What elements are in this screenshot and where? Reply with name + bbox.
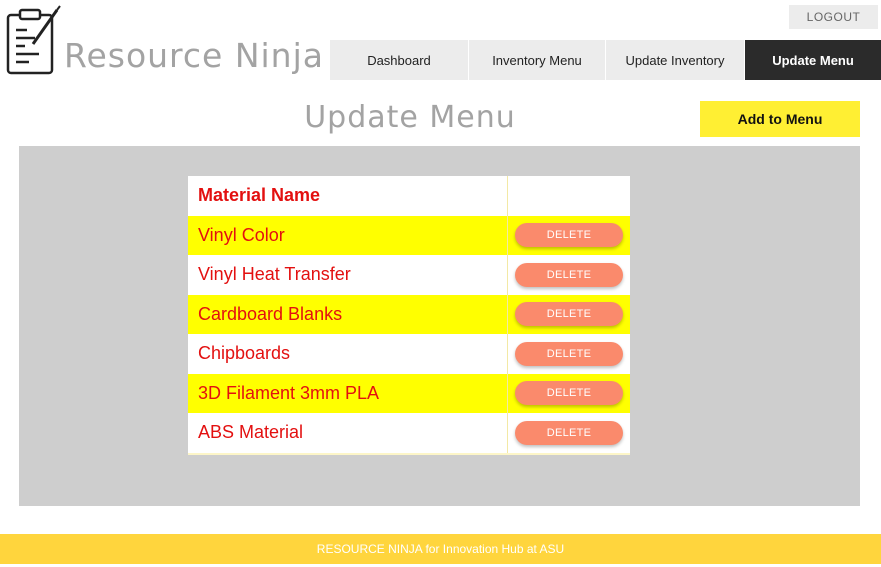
table-row: Chipboards DELETE: [188, 334, 630, 374]
tab-update-menu[interactable]: Update Menu: [745, 40, 881, 80]
delete-button[interactable]: DELETE: [515, 262, 623, 287]
tab-update-inventory[interactable]: Update Inventory: [606, 40, 745, 80]
material-name: Vinyl Color: [188, 215, 508, 255]
delete-button[interactable]: DELETE: [515, 341, 623, 366]
material-name: ABS Material: [188, 413, 508, 453]
delete-button[interactable]: DELETE: [515, 381, 623, 406]
delete-button[interactable]: DELETE: [515, 302, 623, 327]
main-nav: Dashboard Inventory Menu Update Inventor…: [330, 40, 881, 80]
add-to-menu-button[interactable]: Add to Menu: [700, 101, 860, 137]
table-header: Material Name: [188, 176, 630, 216]
logout-button[interactable]: LOGOUT: [789, 5, 878, 29]
tab-dashboard[interactable]: Dashboard: [330, 40, 469, 80]
tab-inventory-menu[interactable]: Inventory Menu: [469, 40, 606, 80]
delete-button[interactable]: DELETE: [515, 420, 623, 445]
materials-table: Material Name Vinyl Color DELETE Vinyl H…: [188, 176, 630, 455]
footer: RESOURCE NINJA for Innovation Hub at ASU: [0, 534, 881, 564]
delete-button[interactable]: DELETE: [515, 223, 623, 248]
page-title: Update Menu: [304, 100, 516, 135]
material-name: Cardboard Blanks: [188, 294, 508, 334]
table-row: Vinyl Heat Transfer DELETE: [188, 255, 630, 295]
material-name: Vinyl Heat Transfer: [188, 255, 508, 295]
material-name: Chipboards: [188, 334, 508, 374]
table-row: Cardboard Blanks DELETE: [188, 294, 630, 334]
clipboard-pen-icon: [6, 5, 61, 75]
table-row: 3D Filament 3mm PLA DELETE: [188, 373, 630, 413]
table-row: ABS Material DELETE: [188, 413, 630, 453]
table-row: Vinyl Color DELETE: [188, 215, 630, 255]
material-name: 3D Filament 3mm PLA: [188, 373, 508, 413]
header-material-name: Material Name: [188, 176, 508, 216]
header-action: [508, 176, 630, 216]
app-brand: Resource Ninja: [64, 36, 324, 75]
